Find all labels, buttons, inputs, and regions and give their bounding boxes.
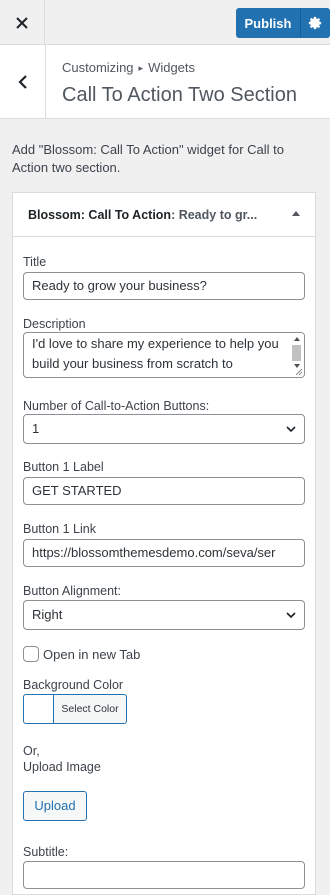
new-tab-checkbox[interactable]: [23, 646, 39, 662]
widget-panel: Blossom: Call To Action: Ready to gr... …: [12, 192, 316, 895]
num-buttons-select[interactable]: 1: [23, 414, 305, 444]
description-label: Description: [23, 317, 86, 331]
button-alignment-label: Button Alignment:: [23, 584, 121, 598]
chevron-left-icon: [17, 74, 27, 89]
arrow-up-icon[interactable]: [292, 211, 300, 216]
select-color-label: Select Color: [61, 703, 119, 715]
title-label: Title: [23, 255, 47, 269]
button1-label-label: Button 1 Label: [23, 460, 104, 474]
upload-button[interactable]: Upload: [23, 791, 87, 821]
widget-header[interactable]: Blossom: Call To Action: Ready to gr...: [13, 193, 315, 237]
button1-link-input[interactable]: https://blossomthemesdemo.com/seva/ser: [23, 539, 305, 567]
or-label: Or,: [23, 744, 40, 758]
publish-settings-button[interactable]: [300, 8, 330, 38]
background-color-label: Background Color: [23, 678, 124, 692]
subtitle-input[interactable]: [23, 861, 305, 889]
widget-title-name: Blossom: Call To Action: [28, 208, 172, 222]
color-swatch: [24, 695, 54, 723]
section-title: Call To Action Two Section: [62, 84, 297, 106]
widget-title-instance: : Ready to gr...: [171, 208, 258, 222]
close-icon: [16, 16, 28, 29]
new-tab-label[interactable]: Open in new Tab: [43, 647, 140, 662]
button1-link-label: Button 1 Link: [23, 522, 96, 536]
close-button[interactable]: [0, 0, 45, 45]
subtitle-label: Subtitle:: [23, 845, 69, 859]
scroll-thumb[interactable]: [292, 345, 301, 361]
scroll-up-icon[interactable]: [294, 337, 300, 341]
section-header: Customizing ▸ Widgets Call To Action Two S…: [0, 45, 330, 119]
breadcrumb-separator: ▸: [138, 63, 144, 73]
upload-image-label: Upload Image: [23, 760, 101, 774]
customizer-top-bar: Publish: [0, 0, 330, 45]
section-description: Add "Blossom: Call To Action" widget for…: [12, 142, 285, 175]
back-button[interactable]: [0, 45, 46, 118]
button-alignment-value: Right: [32, 607, 63, 622]
description-textarea[interactable]: I'd love to share my experience to help …: [23, 332, 305, 378]
button1-label-input[interactable]: GET STARTED: [23, 477, 305, 505]
breadcrumb-current: Widgets: [148, 60, 196, 75]
resize-grip-icon[interactable]: [295, 368, 303, 376]
title-input[interactable]: Ready to grow your business?: [23, 272, 305, 300]
publish-button[interactable]: Publish: [236, 8, 300, 38]
widget-title: Blossom: Call To Action: Ready to gr...: [28, 208, 273, 222]
gear-icon: [308, 16, 322, 30]
description-text: I'd love to share my experience to help …: [32, 336, 279, 371]
chevron-down-icon: [286, 426, 296, 433]
breadcrumb-root: Customizing: [62, 60, 134, 75]
button-alignment-select[interactable]: Right: [23, 600, 305, 630]
chevron-down-icon: [286, 612, 296, 619]
num-buttons-label: Number of Call-to-Action Buttons:: [23, 399, 210, 413]
num-buttons-value: 1: [32, 421, 40, 436]
breadcrumb: Customizing ▸ Widgets: [62, 60, 195, 75]
select-color-button[interactable]: Select Color: [23, 694, 127, 724]
publish-controls: Publish: [236, 8, 330, 38]
